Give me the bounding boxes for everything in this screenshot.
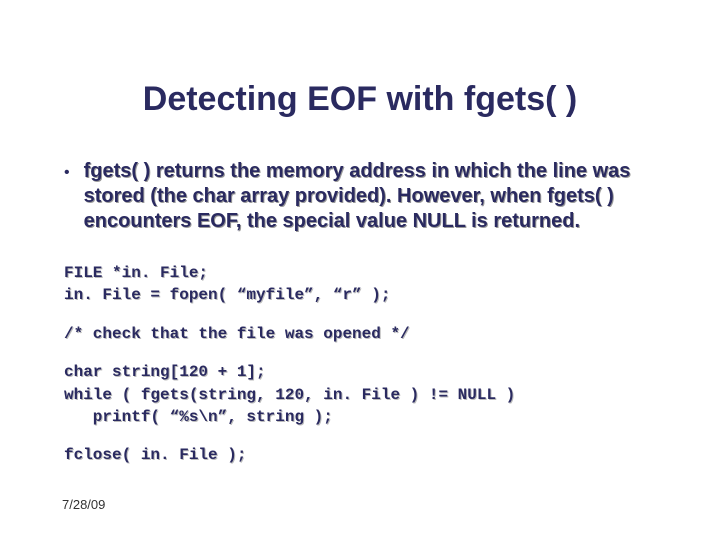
bullet-text: fgets( ) returns the memory address in w… xyxy=(84,159,660,234)
code-block-close: fclose( in. File ); xyxy=(64,444,660,466)
date-footer: 7/28/09 xyxy=(62,497,105,512)
bullet-item: • fgets( ) returns the memory address in… xyxy=(60,159,660,234)
slide: Detecting EOF with fgets( ) • fgets( ) r… xyxy=(0,0,720,540)
bullet-dot-icon: • xyxy=(64,161,70,185)
code-block-comment: /* check that the file was opened */ xyxy=(64,323,660,345)
slide-title: Detecting EOF with fgets( ) xyxy=(60,80,660,119)
code-block-declaration: FILE *in. File; in. File = fopen( “myfil… xyxy=(64,262,660,307)
code-block-loop: char string[120 + 1]; while ( fgets(stri… xyxy=(64,361,660,428)
